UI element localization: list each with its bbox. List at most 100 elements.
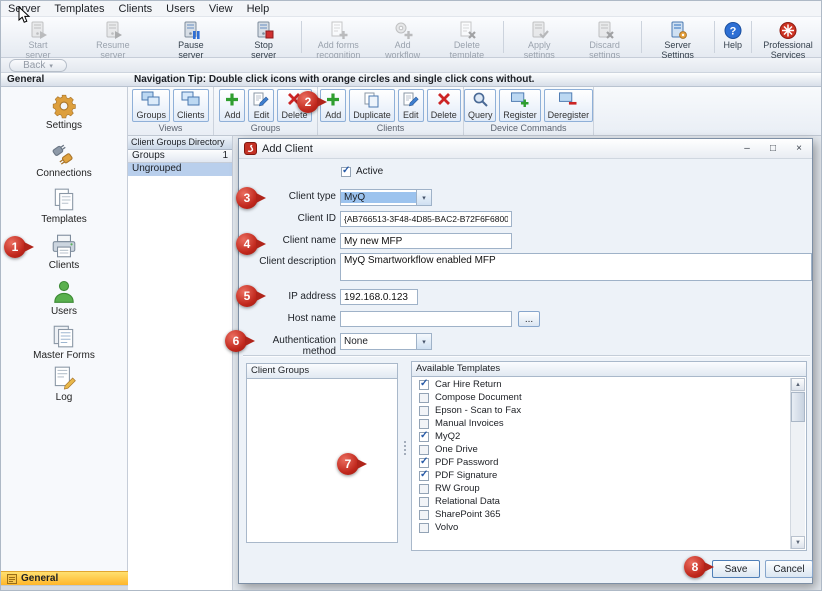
scrollbar-thumb[interactable] xyxy=(791,392,805,422)
menu-clients[interactable]: Clients xyxy=(112,2,160,16)
views-clients-button[interactable]: Clients xyxy=(173,89,209,122)
sidebar-item-templates[interactable]: Templates xyxy=(1,187,127,225)
sidebar-item-connections[interactable]: Connections xyxy=(1,141,127,179)
sidebar-footer-general[interactable]: General xyxy=(1,571,128,585)
sidebar-item-log[interactable]: Log xyxy=(1,365,127,403)
template-row[interactable]: RW Group xyxy=(413,482,789,495)
template-row[interactable]: SharePoint 365 xyxy=(413,508,789,521)
scroll-down-icon[interactable]: ▼ xyxy=(791,536,805,549)
authentication-method-select[interactable]: None ▾ xyxy=(340,333,432,350)
cancel-button[interactable]: Cancel xyxy=(765,560,813,578)
template-checkbox[interactable] xyxy=(419,510,429,520)
groups-add-button[interactable]: Add xyxy=(219,89,245,122)
chevron-down-icon[interactable]: ▾ xyxy=(416,190,431,205)
template-row[interactable]: Manual Invoices xyxy=(413,417,789,430)
scroll-up-icon[interactable]: ▲ xyxy=(791,378,805,391)
pause-server-button[interactable]: Pause server xyxy=(162,19,220,63)
clients-duplicate-button[interactable]: Duplicate xyxy=(349,89,395,122)
close-button[interactable]: × xyxy=(786,139,812,158)
chevron-down-icon[interactable]: ▾ xyxy=(416,334,431,349)
dialog-title-bar[interactable]: Add Client – □ × xyxy=(239,139,812,159)
toolbar-group-label: Groups xyxy=(214,122,317,135)
add-forms-recognition-button[interactable]: Add forms recognition xyxy=(307,19,369,63)
register-button[interactable]: Register xyxy=(499,89,540,122)
template-checkbox[interactable] xyxy=(419,523,429,533)
template-row[interactable]: PDF Signature xyxy=(413,469,789,482)
template-checkbox[interactable] xyxy=(419,458,429,468)
svg-text:?: ? xyxy=(729,26,736,38)
server-stop-icon xyxy=(254,21,274,40)
sidebar-item-users[interactable]: Users xyxy=(1,279,127,317)
general-section-icon xyxy=(7,574,17,584)
template-checkbox[interactable] xyxy=(419,406,429,416)
template-row[interactable]: Volvo xyxy=(413,521,789,534)
group-item-ungrouped[interactable]: Ungrouped xyxy=(128,163,232,176)
client-type-select[interactable]: MyQ ▾ xyxy=(340,189,432,206)
sidebar-item-settings[interactable]: Settings xyxy=(1,93,127,131)
template-row[interactable]: PDF Password xyxy=(413,456,789,469)
template-checkbox[interactable] xyxy=(419,419,429,429)
active-label: Active xyxy=(356,166,383,177)
template-name: Relational Data xyxy=(435,496,500,507)
template-row[interactable]: Compose Document xyxy=(413,391,789,404)
sidebar-item-master-forms[interactable]: Master Forms xyxy=(1,323,127,361)
menu-help[interactable]: Help xyxy=(240,2,277,16)
views-groups-button[interactable]: Groups xyxy=(132,89,170,122)
active-checkbox[interactable] xyxy=(341,167,351,177)
add-workflow-button[interactable]: Add workflow xyxy=(373,19,432,63)
template-checkbox[interactable] xyxy=(419,471,429,481)
template-row[interactable]: Relational Data xyxy=(413,495,789,508)
save-button[interactable]: Save xyxy=(712,560,760,578)
template-row[interactable]: Epson - Scan to Fax xyxy=(413,404,789,417)
query-button[interactable]: Query xyxy=(464,89,496,122)
start-server-button[interactable]: Start server xyxy=(12,19,64,63)
clients-edit-button[interactable]: Edit xyxy=(398,89,424,122)
back-button[interactable]: Back ▾ xyxy=(9,59,67,72)
client-groups-panel: Client Groups xyxy=(246,363,398,543)
client-name-input[interactable] xyxy=(340,233,512,249)
host-name-browse-button[interactable]: ... xyxy=(518,311,540,327)
deregister-button[interactable]: Deregister xyxy=(544,89,593,122)
panel-splitter[interactable] xyxy=(400,363,409,543)
menu-users[interactable]: Users xyxy=(159,2,202,16)
client-description-input[interactable]: MyQ Smartworkflow enabled MFP xyxy=(340,253,812,281)
groups-edit-button[interactable]: Edit xyxy=(248,89,274,122)
callout-3: 3 xyxy=(236,187,258,209)
minimize-button[interactable]: – xyxy=(734,139,760,158)
stop-server-button[interactable]: Stop server xyxy=(238,19,289,63)
template-checkbox[interactable] xyxy=(419,497,429,507)
server-settings-button[interactable]: Server Settings xyxy=(647,19,709,63)
menu-view[interactable]: View xyxy=(202,2,240,16)
ribbon-separator xyxy=(503,21,504,53)
template-checkbox[interactable] xyxy=(419,484,429,494)
ip-address-input[interactable] xyxy=(340,289,418,305)
template-checkbox[interactable] xyxy=(419,393,429,403)
apply-settings-button[interactable]: Apply settings xyxy=(509,19,570,63)
clients-delete-button[interactable]: Delete xyxy=(427,89,461,122)
app-logo-icon xyxy=(244,142,257,155)
discard-settings-icon xyxy=(595,21,615,40)
client-groups-panel-header: Client Groups xyxy=(247,364,397,379)
edit-icon xyxy=(252,91,270,108)
menu-templates[interactable]: Templates xyxy=(47,2,111,16)
client-id-input[interactable] xyxy=(340,211,512,227)
ribbon-button-label: Help xyxy=(724,41,743,51)
active-checkbox-row[interactable]: Active xyxy=(341,166,383,177)
resume-server-button[interactable]: Resume server xyxy=(82,19,144,63)
professional-services-button[interactable]: Professional Services xyxy=(757,19,819,63)
template-row[interactable]: One Drive xyxy=(413,443,789,456)
template-row[interactable]: MyQ2 xyxy=(413,430,789,443)
discard-settings-button[interactable]: Discard settings xyxy=(574,19,636,63)
groups-column-label: Groups xyxy=(132,150,165,162)
available-templates-header: Available Templates xyxy=(412,362,806,377)
maximize-button[interactable]: □ xyxy=(760,139,786,158)
host-name-input[interactable] xyxy=(340,311,512,327)
delete-template-button[interactable]: Delete template xyxy=(436,19,498,63)
template-checkbox[interactable] xyxy=(419,432,429,442)
groups-column-header[interactable]: Groups 1 xyxy=(128,150,232,163)
templates-scrollbar[interactable]: ▲ ▼ xyxy=(790,378,805,549)
template-checkbox[interactable] xyxy=(419,380,429,390)
help-button[interactable]: ? Help xyxy=(720,19,747,53)
template-checkbox[interactable] xyxy=(419,445,429,455)
template-row[interactable]: Car Hire Return xyxy=(413,378,789,391)
